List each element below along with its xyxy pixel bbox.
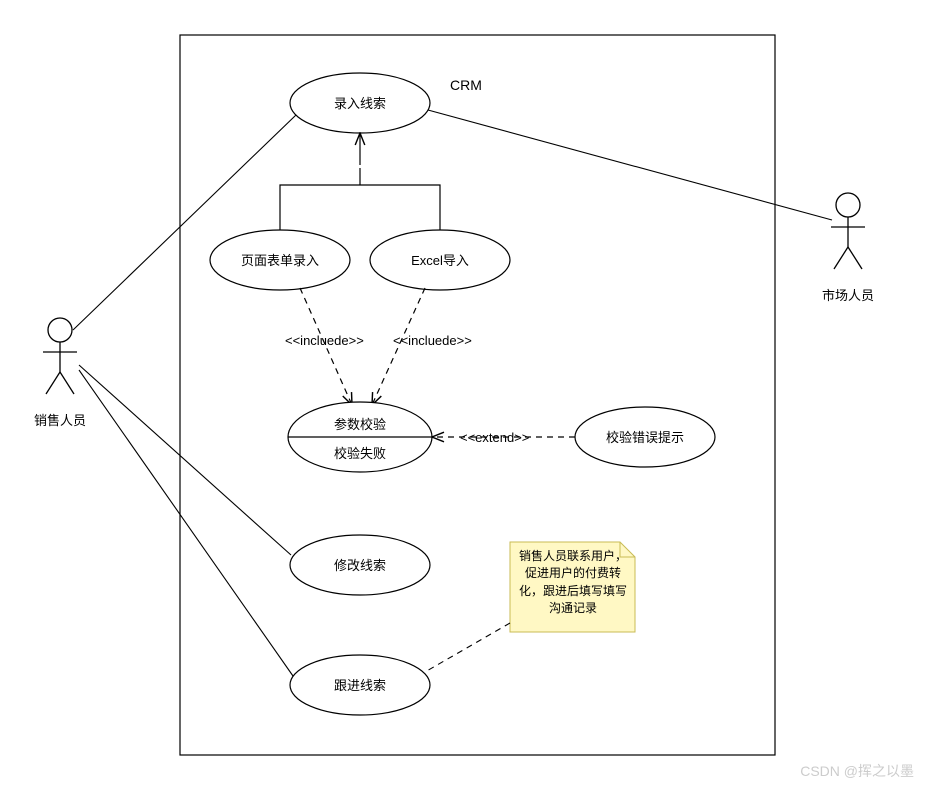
actor-marketing [831, 193, 865, 269]
usecase-follow-lead-label: 跟进线索 [334, 678, 386, 693]
assoc-marketing-enter [428, 110, 832, 220]
assoc-sales-follow [79, 370, 293, 676]
actor-marketing-label: 市场人员 [822, 288, 874, 303]
system-boundary [180, 35, 775, 755]
usecase-param-top-label: 参数校验 [334, 417, 386, 432]
watermark: CSDN @挥之以墨 [800, 761, 914, 781]
usecase-diagram: CRM 录入线索 页面表单录入 Excel导入 <<incluede>> <<i… [0, 0, 928, 793]
generalization-tree [280, 168, 440, 200]
include-label-form: <<incluede>> [285, 333, 364, 348]
system-label: CRM [450, 77, 482, 93]
usecase-enter-lead-label: 录入线索 [334, 96, 386, 111]
usecase-error-tip-label: 校验错误提示 [606, 430, 684, 445]
usecase-form-entry-label: 页面表单录入 [241, 253, 319, 268]
assoc-sales-enter [73, 115, 296, 330]
note-attach [425, 623, 510, 672]
note-text: 销售人员联系用户，促进用户的付费转化，跟进后填写填写沟通记录 [516, 548, 630, 618]
actor-sales [43, 318, 77, 394]
usecase-excel-import-label: Excel导入 [411, 253, 469, 268]
usecase-param-bottom-label: 校验失败 [334, 446, 386, 461]
note-text-wrap: 销售人员联系用户，促进用户的付费转化，跟进后填写填写沟通记录 [516, 548, 630, 628]
extend-label: <<extend>> [460, 430, 529, 445]
actor-sales-label: 销售人员 [34, 413, 86, 428]
include-label-excel: <<incluede>> [393, 333, 472, 348]
usecase-modify-lead-label: 修改线索 [334, 558, 386, 573]
assoc-sales-modify [79, 365, 291, 555]
